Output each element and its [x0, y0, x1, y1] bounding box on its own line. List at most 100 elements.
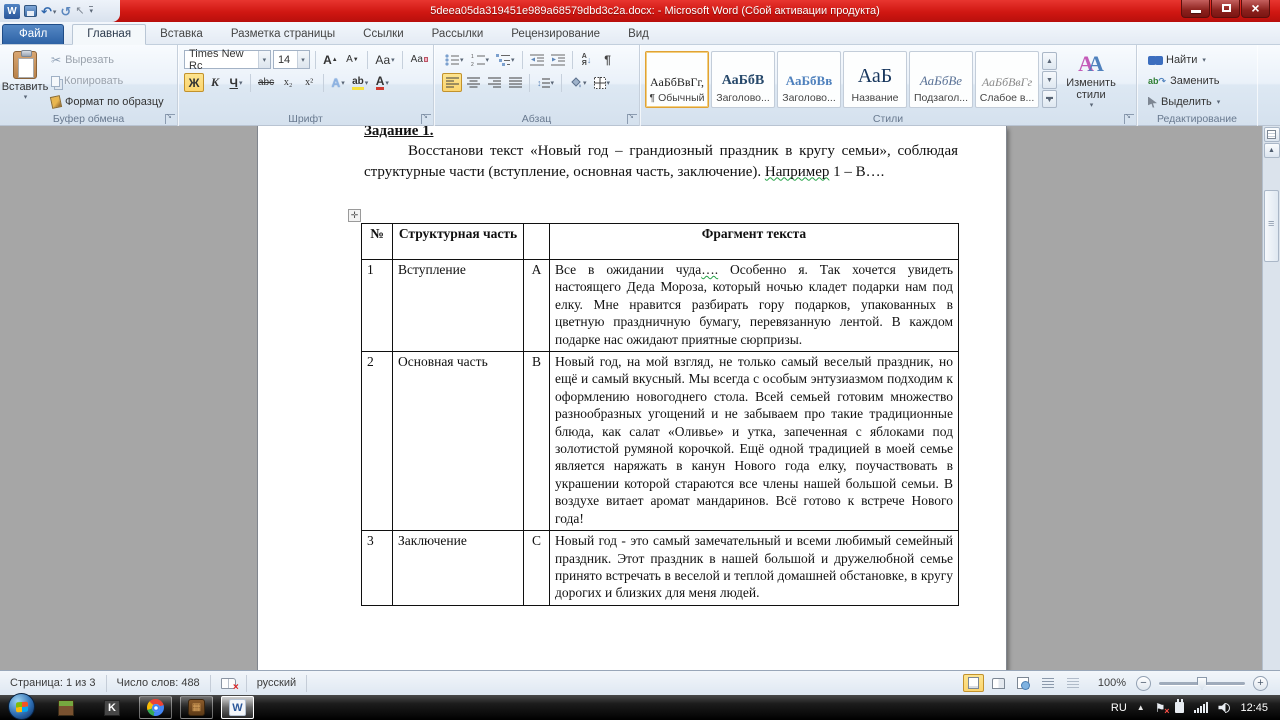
styles-gallery-expand-icon[interactable]: ▬ ▼	[1042, 90, 1057, 108]
decrease-indent-button[interactable]	[527, 50, 547, 69]
view-outline-button[interactable]	[1038, 674, 1059, 692]
numbering-button[interactable]: 12	[468, 50, 493, 69]
sort-button[interactable]: АЯ ↓	[577, 50, 597, 69]
style-subtitle[interactable]: АаБбВе Подзагол...	[909, 51, 973, 108]
font-size-combo[interactable]: 14 ▾	[272, 50, 310, 69]
style-heading1[interactable]: АаБбВ Заголово...	[711, 51, 775, 108]
style-heading2[interactable]: АаБбВв Заголово...	[777, 51, 841, 108]
select-button[interactable]: Выделить	[1145, 93, 1255, 111]
format-painter-button[interactable]: Формат по образцу	[48, 93, 167, 111]
view-web-layout-button[interactable]	[1013, 674, 1034, 692]
replace-button[interactable]: ab↷ Заменить	[1145, 72, 1255, 90]
change-styles-button[interactable]: АА Изменить стили	[1062, 47, 1120, 110]
underline-button[interactable]: Ч	[226, 73, 246, 92]
document-page[interactable]: Задание 1. Восстанови текст «Новый год –…	[258, 126, 1006, 670]
style-subtle-emphasis[interactable]: АаБбВвГг Слабое в...	[975, 51, 1039, 108]
justify-button[interactable]	[505, 73, 525, 92]
chevron-down-icon[interactable]: ▾	[296, 51, 309, 68]
network-signal-icon[interactable]	[1194, 702, 1209, 713]
tab-review[interactable]: Рецензирование	[497, 25, 614, 44]
customize-qat-icon[interactable]	[88, 5, 94, 17]
styles-scroll-up-icon[interactable]: ▲	[1042, 52, 1057, 70]
zoom-in-button[interactable]: +	[1253, 675, 1268, 691]
shrink-font-button[interactable]: А ▼	[342, 50, 362, 69]
style-title[interactable]: АаБ Название	[843, 51, 907, 108]
proofing-status[interactable]	[211, 674, 247, 693]
italic-button[interactable]: K	[205, 73, 225, 92]
show-marks-button[interactable]: ¶	[598, 50, 618, 69]
vertical-scrollbar[interactable]: ▲	[1262, 126, 1280, 670]
zoom-level[interactable]: 100%	[1098, 677, 1126, 689]
tab-mailings[interactable]: Рассылки	[418, 25, 498, 44]
cut-button[interactable]: ✂ Вырезать	[48, 51, 167, 69]
tray-expand-icon[interactable]: ▲	[1137, 703, 1145, 712]
action-center-flag-icon[interactable]: ⚑	[1155, 702, 1169, 716]
save-icon[interactable]	[24, 5, 37, 17]
strikethrough-button[interactable]: abc	[255, 73, 277, 92]
font-color-button[interactable]: А	[372, 73, 392, 92]
zoom-out-button[interactable]: −	[1136, 675, 1151, 691]
shading-button[interactable]	[566, 73, 590, 92]
zoom-slider-thumb[interactable]	[1197, 676, 1207, 690]
paragraph-dialog-launcher[interactable]	[627, 112, 637, 124]
font-dialog-launcher[interactable]	[421, 112, 431, 124]
taskbar-item-word[interactable]: W	[221, 696, 254, 719]
clipboard-dialog-launcher[interactable]	[165, 112, 175, 124]
tray-clock[interactable]: 12:45	[1240, 702, 1268, 714]
taskbar-item-chrome[interactable]	[139, 696, 172, 719]
copy-button[interactable]: Копировать	[48, 72, 167, 90]
bullets-button[interactable]	[442, 50, 467, 69]
language-indicator[interactable]: русский	[247, 674, 308, 692]
increase-indent-button[interactable]	[548, 50, 568, 69]
text-effects-button[interactable]: А	[328, 73, 348, 92]
styles-dialog-launcher[interactable]	[1124, 112, 1134, 124]
undo-icon[interactable]: ↶	[41, 5, 56, 18]
superscript-button[interactable]: x²	[299, 73, 319, 92]
redo-icon[interactable]: ↺	[60, 5, 71, 18]
zoom-slider[interactable]	[1159, 676, 1245, 690]
styles-scroll-down-icon[interactable]: ▼	[1042, 71, 1057, 89]
table-move-handle-icon[interactable]: ✛	[348, 209, 361, 222]
tab-page-layout[interactable]: Разметка страницы	[217, 25, 349, 44]
power-plug-icon[interactable]	[1175, 699, 1185, 713]
minimize-button[interactable]	[1181, 0, 1210, 18]
multilevel-list-button[interactable]	[493, 50, 518, 69]
view-print-layout-button[interactable]	[962, 674, 984, 692]
style-normal[interactable]: АаБбВвГг, ¶ Обычный	[645, 51, 709, 108]
align-right-button[interactable]	[484, 73, 504, 92]
tab-home[interactable]: Главная	[72, 24, 147, 45]
line-spacing-button[interactable]: ↕	[534, 73, 557, 92]
volume-icon[interactable]	[1218, 702, 1231, 713]
borders-button[interactable]	[591, 73, 614, 92]
cursor-icon[interactable]: ↖	[75, 5, 84, 17]
clear-formatting-button[interactable]: Аа	[408, 50, 431, 69]
page-indicator[interactable]: Страница: 1 из 3	[0, 674, 107, 692]
taskbar-item-minecraft[interactable]	[55, 697, 77, 719]
word-count[interactable]: Число слов: 488	[107, 674, 211, 692]
taskbar-item-cs[interactable]: K	[101, 697, 123, 719]
align-left-button[interactable]	[442, 73, 462, 92]
scrollbar-thumb[interactable]	[1264, 190, 1279, 262]
view-draft-button[interactable]	[1063, 674, 1084, 692]
word-app-icon[interactable]: W	[4, 3, 20, 19]
taskbar-item-app[interactable]: ▦	[180, 696, 213, 719]
tab-file[interactable]: Файл	[2, 24, 65, 44]
find-button[interactable]: Найти	[1145, 51, 1255, 69]
language-switcher[interactable]: RU	[1111, 702, 1127, 714]
font-name-combo[interactable]: Times New Rc ▾	[184, 48, 271, 72]
close-button[interactable]	[1241, 0, 1270, 18]
align-center-button[interactable]	[463, 73, 483, 92]
scroll-up-icon[interactable]: ▲	[1263, 143, 1280, 158]
ruler-toggle-button[interactable]	[1263, 127, 1280, 142]
change-case-button[interactable]: Аа	[373, 50, 396, 69]
bold-button[interactable]: Ж	[184, 73, 204, 92]
paste-button[interactable]: Вставить	[2, 47, 48, 110]
view-fullscreen-reading-button[interactable]	[988, 674, 1009, 692]
grow-font-button[interactable]: А ▲	[320, 50, 340, 69]
chevron-down-icon[interactable]: ▾	[257, 51, 270, 68]
restore-button[interactable]	[1211, 0, 1240, 18]
tab-references[interactable]: Ссылки	[349, 25, 418, 44]
tab-insert[interactable]: Вставка	[146, 25, 217, 44]
highlight-color-button[interactable]: ab	[349, 73, 371, 92]
start-button[interactable]	[8, 692, 35, 720]
